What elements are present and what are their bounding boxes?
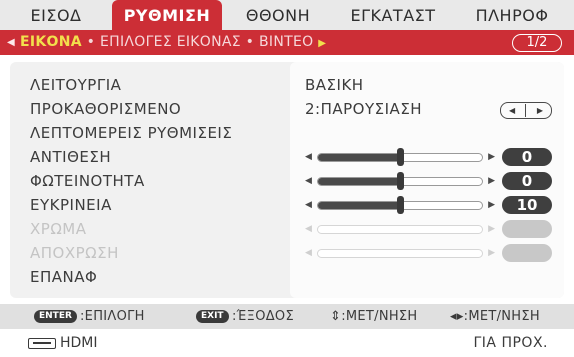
left-right-selector[interactable]: ◀ ▶ (500, 102, 552, 119)
triangle-left-icon: ◀ (305, 224, 312, 234)
selector-divider (525, 104, 526, 117)
triangle-right-icon[interactable]: ▶ (537, 103, 543, 118)
row-reset[interactable]: ΕΠΑΝΑΦ (0, 265, 574, 289)
row-label: ΠΡΟΚΑΘΟΡΙΣΜΕΝΟ (30, 100, 182, 118)
row-label: ΛΕΠΤΟΜΕΡΕΙΣ ΡΥΘΜΙΣΕΙΣ (30, 124, 233, 142)
submenu-current[interactable]: ΕΙΚΟΝΑ (20, 34, 82, 50)
slider-track (317, 249, 483, 258)
tab-installation[interactable]: ΕΓΚΑΤΑΣΤ (334, 0, 452, 30)
slider-knob[interactable] (397, 148, 404, 166)
slider-track (317, 225, 483, 234)
brightness-value: 0 (502, 172, 552, 190)
row-label: ΕΠΑΝΑΦ (30, 268, 98, 286)
submenu-left-arrow-icon[interactable]: ◀ (7, 30, 15, 55)
tab-info[interactable]: ΠΛΗΡΟΦ (456, 0, 568, 30)
row-label: ΛΕΙΤΟΥΡΓΙΑ (30, 76, 122, 94)
contrast-slider[interactable]: ◀ ▶ (305, 145, 495, 169)
submenu-separator: • (86, 34, 96, 50)
preset-value: 2:ΠΑΡΟΥΣΙΑΣΗ (305, 100, 423, 118)
projector-osd-menu: ΕΙΣΟΔ ΡΥΘΜΙΣΗ ΘΘΟΝΗ ΕΓΚΑΤΑΣΤ ΠΛΗΡΟΦ ◀ ΕΙ… (0, 0, 574, 357)
exit-key-badge: EXIT (196, 310, 229, 323)
tab-input[interactable]: ΕΙΣΟΔ (8, 0, 104, 30)
slider-fill (318, 178, 401, 185)
adjust-help-text: ◂▸:ΜΕΤ/ΝΗΣΗ (450, 309, 540, 324)
status-bar: HDMI ΓΙΑ ΠΡΟΧ. (0, 329, 574, 357)
triangle-right-icon: ▶ (488, 248, 495, 258)
triangle-left-icon: ◀ (305, 248, 312, 258)
submenu-bar: ◀ ΕΙΚΟΝΑ • ΕΠΙΛΟΓΕΣ ΕΙΚΟΝΑΣ • ΒΙΝΤΕΟ ▶ 1… (0, 30, 574, 55)
triangle-right-icon[interactable]: ▶ (488, 145, 495, 169)
triangle-left-icon[interactable]: ◀ (305, 169, 312, 193)
triangle-left-icon[interactable]: ◀ (509, 103, 515, 118)
advanced-mode-label: ΓΙΑ ΠΡΟΧ. (473, 335, 548, 351)
move-help-text: ⇕:ΜΕΤ/ΝΗΣΗ (330, 309, 418, 324)
sharpness-slider[interactable]: ◀ ▶ (305, 193, 495, 217)
row-label: ΧΡΩΜΑ (30, 220, 87, 238)
row-contrast[interactable]: ΑΝΤΙΘΕΣΗ ◀ ▶ 0 (0, 145, 574, 169)
row-label: ΦΩΤΕΙΝΟΤΗΤΑ (30, 172, 145, 190)
triangle-left-icon[interactable]: ◀ (305, 193, 312, 217)
page-indicator: 1/2 (512, 34, 562, 52)
help-bar: ENTER :ΕΠΙΛΟΓΗ EXIT :ΈΞΟΔΟΣ ⇕:ΜΕΤ/ΝΗΣΗ ◂… (0, 304, 574, 329)
row-brightness[interactable]: ΦΩΤΕΙΝΟΤΗΤΑ ◀ ▶ 0 (0, 169, 574, 193)
row-label: ΑΠΟΧΡΩΣΗ (30, 244, 119, 262)
row-label: ΑΝΤΙΘΕΣΗ (30, 148, 112, 166)
triangle-left-icon[interactable]: ◀ (305, 145, 312, 169)
brightness-slider[interactable]: ◀ ▶ (305, 169, 495, 193)
triangle-right-icon[interactable]: ▶ (488, 193, 495, 217)
color-value (502, 220, 552, 238)
row-label: ΕΥΚΡΙΝΕΙΑ (30, 196, 112, 214)
slider-fill (318, 154, 401, 161)
color-slider: ◀ ▶ (305, 217, 495, 241)
row-color: ΧΡΩΜΑ ◀ ▶ (0, 217, 574, 241)
submenu-item-picture-options[interactable]: ΕΠΙΛΟΓΕΣ ΕΙΚΟΝΑΣ (100, 34, 241, 50)
triangle-right-icon: ▶ (488, 224, 495, 234)
submenu-item-video[interactable]: ΒΙΝΤΕΟ (259, 34, 313, 50)
row-preset[interactable]: ΠΡΟΚΑΘΟΡΙΣΜΕΝΟ 2:ΠΑΡΟΥΣΙΑΣΗ ◀ ▶ (0, 97, 574, 121)
sharpness-value: 10 (502, 196, 552, 214)
enter-help-text: :ΕΠΙΛΟΓΗ (80, 309, 145, 324)
mode-value: ΒΑΣΙΚΗ (305, 76, 364, 94)
hdmi-connector-icon (28, 338, 56, 349)
slider-knob[interactable] (397, 172, 404, 190)
submenu-right-arrow-icon[interactable]: ▶ (318, 38, 326, 49)
submenu-separator: • (245, 34, 255, 50)
contrast-value: 0 (502, 148, 552, 166)
row-sharpness[interactable]: ΕΥΚΡΙΝΕΙΑ ◀ ▶ 10 (0, 193, 574, 217)
slider-fill (318, 202, 401, 209)
tab-screen[interactable]: ΘΘΟΝΗ (228, 0, 328, 30)
tab-setup[interactable]: ΡΥΘΜΙΣΗ (112, 0, 222, 30)
hue-slider: ◀ ▶ (305, 241, 495, 265)
row-detail-settings[interactable]: ΛΕΠΤΟΜΕΡΕΙΣ ΡΥΘΜΙΣΕΙΣ (0, 121, 574, 145)
tab-bar: ΕΙΣΟΔ ΡΥΘΜΙΣΗ ΘΘΟΝΗ ΕΓΚΑΤΑΣΤ ΠΛΗΡΟΦ (0, 0, 574, 30)
row-mode[interactable]: ΛΕΙΤΟΥΡΓΙΑ ΒΑΣΙΚΗ (0, 73, 574, 97)
triangle-right-icon[interactable]: ▶ (488, 169, 495, 193)
enter-key-badge: ENTER (34, 310, 77, 323)
slider-knob[interactable] (397, 196, 404, 214)
input-source: HDMI (60, 335, 98, 351)
exit-help-text: :ΈΞΟΔΟΣ (232, 309, 294, 324)
row-hue: ΑΠΟΧΡΩΣΗ ◀ ▶ (0, 241, 574, 265)
hue-value (502, 244, 552, 262)
submenu-breadcrumb: ΕΙΚΟΝΑ • ΕΠΙΛΟΓΕΣ ΕΙΚΟΝΑΣ • ΒΙΝΤΕΟ ▶ (20, 30, 326, 55)
